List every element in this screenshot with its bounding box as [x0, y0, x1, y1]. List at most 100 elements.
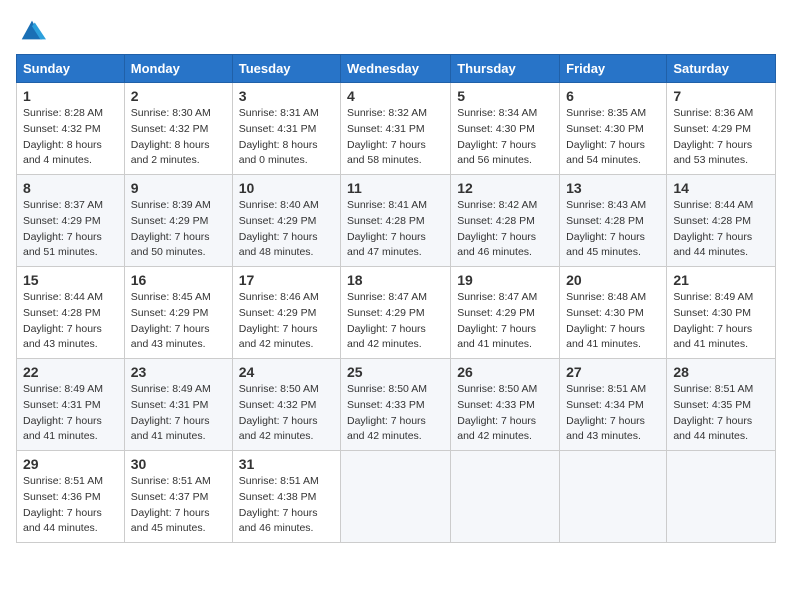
day-cell: 19 Sunrise: 8:47 AM Sunset: 4:29 PM Dayl… — [451, 267, 560, 359]
day-detail: Sunrise: 8:44 AM Sunset: 4:28 PM Dayligh… — [23, 291, 103, 350]
day-detail: Sunrise: 8:43 AM Sunset: 4:28 PM Dayligh… — [566, 199, 646, 258]
col-header-sunday: Sunday — [17, 55, 125, 83]
day-detail: Sunrise: 8:42 AM Sunset: 4:28 PM Dayligh… — [457, 199, 537, 258]
day-number: 16 — [131, 272, 226, 288]
day-detail: Sunrise: 8:51 AM Sunset: 4:36 PM Dayligh… — [23, 475, 103, 534]
day-number: 21 — [673, 272, 769, 288]
day-cell: 2 Sunrise: 8:30 AM Sunset: 4:32 PM Dayli… — [124, 83, 232, 175]
day-cell — [667, 451, 776, 543]
day-detail: Sunrise: 8:51 AM Sunset: 4:38 PM Dayligh… — [239, 475, 319, 534]
day-cell: 10 Sunrise: 8:40 AM Sunset: 4:29 PM Dayl… — [232, 175, 340, 267]
day-cell: 6 Sunrise: 8:35 AM Sunset: 4:30 PM Dayli… — [560, 83, 667, 175]
day-detail: Sunrise: 8:30 AM Sunset: 4:32 PM Dayligh… — [131, 107, 211, 166]
day-detail: Sunrise: 8:37 AM Sunset: 4:29 PM Dayligh… — [23, 199, 103, 258]
day-cell: 8 Sunrise: 8:37 AM Sunset: 4:29 PM Dayli… — [17, 175, 125, 267]
day-detail: Sunrise: 8:50 AM Sunset: 4:33 PM Dayligh… — [347, 383, 427, 442]
col-header-wednesday: Wednesday — [341, 55, 451, 83]
day-cell: 30 Sunrise: 8:51 AM Sunset: 4:37 PM Dayl… — [124, 451, 232, 543]
day-detail: Sunrise: 8:50 AM Sunset: 4:32 PM Dayligh… — [239, 383, 319, 442]
day-cell — [560, 451, 667, 543]
day-number: 5 — [457, 88, 553, 104]
week-row-3: 15 Sunrise: 8:44 AM Sunset: 4:28 PM Dayl… — [17, 267, 776, 359]
day-detail: Sunrise: 8:49 AM Sunset: 4:31 PM Dayligh… — [131, 383, 211, 442]
day-number: 6 — [566, 88, 660, 104]
week-row-2: 8 Sunrise: 8:37 AM Sunset: 4:29 PM Dayli… — [17, 175, 776, 267]
day-detail: Sunrise: 8:48 AM Sunset: 4:30 PM Dayligh… — [566, 291, 646, 350]
day-number: 31 — [239, 456, 334, 472]
day-number: 11 — [347, 180, 444, 196]
day-number: 29 — [23, 456, 118, 472]
day-cell: 5 Sunrise: 8:34 AM Sunset: 4:30 PM Dayli… — [451, 83, 560, 175]
day-detail: Sunrise: 8:44 AM Sunset: 4:28 PM Dayligh… — [673, 199, 753, 258]
page-header — [16, 16, 776, 44]
day-detail: Sunrise: 8:47 AM Sunset: 4:29 PM Dayligh… — [457, 291, 537, 350]
day-number: 18 — [347, 272, 444, 288]
day-cell: 3 Sunrise: 8:31 AM Sunset: 4:31 PM Dayli… — [232, 83, 340, 175]
day-detail: Sunrise: 8:51 AM Sunset: 4:37 PM Dayligh… — [131, 475, 211, 534]
day-cell: 18 Sunrise: 8:47 AM Sunset: 4:29 PM Dayl… — [341, 267, 451, 359]
day-number: 2 — [131, 88, 226, 104]
day-cell: 12 Sunrise: 8:42 AM Sunset: 4:28 PM Dayl… — [451, 175, 560, 267]
day-detail: Sunrise: 8:51 AM Sunset: 4:34 PM Dayligh… — [566, 383, 646, 442]
day-cell: 31 Sunrise: 8:51 AM Sunset: 4:38 PM Dayl… — [232, 451, 340, 543]
day-cell: 23 Sunrise: 8:49 AM Sunset: 4:31 PM Dayl… — [124, 359, 232, 451]
day-detail: Sunrise: 8:49 AM Sunset: 4:31 PM Dayligh… — [23, 383, 103, 442]
day-detail: Sunrise: 8:47 AM Sunset: 4:29 PM Dayligh… — [347, 291, 427, 350]
day-number: 20 — [566, 272, 660, 288]
logo — [16, 16, 46, 44]
day-detail: Sunrise: 8:31 AM Sunset: 4:31 PM Dayligh… — [239, 107, 319, 166]
week-row-1: 1 Sunrise: 8:28 AM Sunset: 4:32 PM Dayli… — [17, 83, 776, 175]
col-header-thursday: Thursday — [451, 55, 560, 83]
day-cell: 15 Sunrise: 8:44 AM Sunset: 4:28 PM Dayl… — [17, 267, 125, 359]
week-row-4: 22 Sunrise: 8:49 AM Sunset: 4:31 PM Dayl… — [17, 359, 776, 451]
day-number: 23 — [131, 364, 226, 380]
day-cell: 9 Sunrise: 8:39 AM Sunset: 4:29 PM Dayli… — [124, 175, 232, 267]
day-number: 27 — [566, 364, 660, 380]
day-cell — [451, 451, 560, 543]
day-number: 17 — [239, 272, 334, 288]
day-number: 3 — [239, 88, 334, 104]
day-cell: 26 Sunrise: 8:50 AM Sunset: 4:33 PM Dayl… — [451, 359, 560, 451]
day-number: 4 — [347, 88, 444, 104]
day-number: 19 — [457, 272, 553, 288]
day-number: 10 — [239, 180, 334, 196]
day-detail: Sunrise: 8:28 AM Sunset: 4:32 PM Dayligh… — [23, 107, 103, 166]
day-detail: Sunrise: 8:49 AM Sunset: 4:30 PM Dayligh… — [673, 291, 753, 350]
day-cell: 25 Sunrise: 8:50 AM Sunset: 4:33 PM Dayl… — [341, 359, 451, 451]
day-cell: 16 Sunrise: 8:45 AM Sunset: 4:29 PM Dayl… — [124, 267, 232, 359]
day-cell: 20 Sunrise: 8:48 AM Sunset: 4:30 PM Dayl… — [560, 267, 667, 359]
day-cell: 1 Sunrise: 8:28 AM Sunset: 4:32 PM Dayli… — [17, 83, 125, 175]
day-cell: 28 Sunrise: 8:51 AM Sunset: 4:35 PM Dayl… — [667, 359, 776, 451]
day-cell: 21 Sunrise: 8:49 AM Sunset: 4:30 PM Dayl… — [667, 267, 776, 359]
day-number: 15 — [23, 272, 118, 288]
day-cell — [341, 451, 451, 543]
day-cell: 13 Sunrise: 8:43 AM Sunset: 4:28 PM Dayl… — [560, 175, 667, 267]
week-row-5: 29 Sunrise: 8:51 AM Sunset: 4:36 PM Dayl… — [17, 451, 776, 543]
col-header-monday: Monday — [124, 55, 232, 83]
day-cell: 22 Sunrise: 8:49 AM Sunset: 4:31 PM Dayl… — [17, 359, 125, 451]
day-detail: Sunrise: 8:46 AM Sunset: 4:29 PM Dayligh… — [239, 291, 319, 350]
day-detail: Sunrise: 8:50 AM Sunset: 4:33 PM Dayligh… — [457, 383, 537, 442]
day-number: 8 — [23, 180, 118, 196]
day-number: 1 — [23, 88, 118, 104]
col-header-tuesday: Tuesday — [232, 55, 340, 83]
day-detail: Sunrise: 8:35 AM Sunset: 4:30 PM Dayligh… — [566, 107, 646, 166]
day-number: 7 — [673, 88, 769, 104]
day-detail: Sunrise: 8:40 AM Sunset: 4:29 PM Dayligh… — [239, 199, 319, 258]
logo-icon — [18, 16, 46, 44]
calendar-table: SundayMondayTuesdayWednesdayThursdayFrid… — [16, 54, 776, 543]
day-number: 14 — [673, 180, 769, 196]
day-cell: 29 Sunrise: 8:51 AM Sunset: 4:36 PM Dayl… — [17, 451, 125, 543]
day-cell: 27 Sunrise: 8:51 AM Sunset: 4:34 PM Dayl… — [560, 359, 667, 451]
day-cell: 7 Sunrise: 8:36 AM Sunset: 4:29 PM Dayli… — [667, 83, 776, 175]
day-detail: Sunrise: 8:39 AM Sunset: 4:29 PM Dayligh… — [131, 199, 211, 258]
day-number: 25 — [347, 364, 444, 380]
day-detail: Sunrise: 8:36 AM Sunset: 4:29 PM Dayligh… — [673, 107, 753, 166]
day-number: 28 — [673, 364, 769, 380]
day-cell: 4 Sunrise: 8:32 AM Sunset: 4:31 PM Dayli… — [341, 83, 451, 175]
day-cell: 14 Sunrise: 8:44 AM Sunset: 4:28 PM Dayl… — [667, 175, 776, 267]
day-number: 24 — [239, 364, 334, 380]
day-number: 22 — [23, 364, 118, 380]
day-detail: Sunrise: 8:45 AM Sunset: 4:29 PM Dayligh… — [131, 291, 211, 350]
day-number: 9 — [131, 180, 226, 196]
